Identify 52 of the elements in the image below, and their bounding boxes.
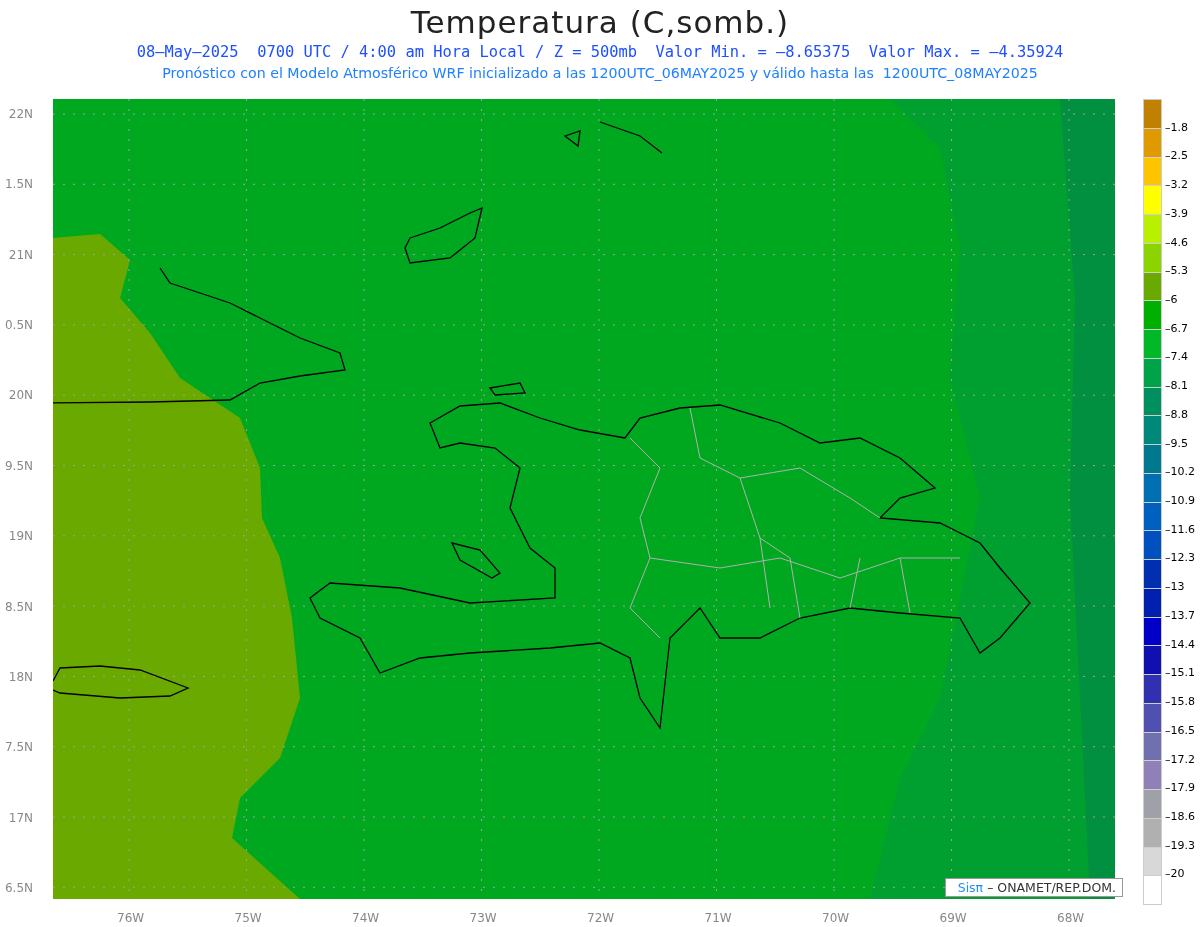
credit-label: Sisπ – ONAMET/REP.DOM. (944, 878, 1123, 897)
latitude-label: 20N (8, 388, 33, 403)
chart-title: Temperatura (C,somb.) (410, 3, 790, 42)
scale-label: –6 (1164, 292, 1179, 308)
longitude-label: 75W (234, 911, 263, 925)
scale-label: –19.3 (1164, 837, 1196, 854)
scale-label: –8.1 (1164, 378, 1189, 395)
scale-label: –15.1 (1164, 665, 1196, 682)
scale-label: –17.2 (1164, 751, 1196, 768)
latitude-label: 18N (8, 669, 33, 684)
latitude-label: 17N (8, 810, 33, 825)
longitude-label: 70W (822, 911, 851, 925)
scale-label: –4.6 (1164, 234, 1189, 251)
scale-label: –3.2 (1164, 177, 1189, 194)
scale-label: –11.6 (1164, 521, 1196, 538)
scale-label: –3.9 (1164, 205, 1189, 222)
latitude-label: 1.5N (4, 177, 33, 192)
scale-label: –10.9 (1164, 493, 1196, 510)
longitude-label: 68W (1057, 911, 1085, 925)
scale-label: –13 (1164, 579, 1186, 596)
scale-label: –17.9 (1164, 780, 1196, 797)
longitude-label: 74W (352, 911, 381, 925)
longitude-label: 69W (939, 911, 968, 925)
latitude-label: 7.5N (4, 740, 33, 755)
latitude-label: 9.5N (4, 458, 33, 473)
scale-label: –18.6 (1164, 808, 1196, 825)
scale-label: –9.5 (1164, 435, 1189, 452)
scale-label: –2.5 (1164, 148, 1189, 165)
scale-label: –13.7 (1164, 607, 1196, 624)
scale-label: –8.8 (1164, 406, 1189, 423)
scale-label: –14.4 (1164, 636, 1196, 653)
subtitle-line: Pronóstico con el Modelo Atmosférico WRF inicializado a las 1200UTC_06MAY2025 y válido hasta las 1200UTC_08MAY2025 (162, 64, 1038, 83)
subtitle-line: 08–May–2025 0700 UTC / 4:00 am Hora Local / Z = 500mb Valor Min. = –8.65375 Valor Max. = –4.35924 (136, 42, 1064, 63)
scale-label: –6.7 (1164, 320, 1189, 337)
longitude-label: 72W (587, 911, 616, 925)
latitude-label: 8.5N (4, 599, 33, 614)
longitude-label: 73W (469, 911, 498, 925)
latitude-label: 19N (8, 529, 33, 544)
scale-label: –1.8 (1164, 119, 1189, 136)
scale-label: –16.5 (1164, 722, 1196, 739)
latitude-label: 6.5N (4, 880, 33, 895)
latitude-label: 21N (8, 247, 33, 262)
scale-label: –7.4 (1164, 349, 1189, 366)
longitude-label: 71W (704, 911, 733, 925)
scale-label: –10.2 (1164, 464, 1196, 481)
latitude-label: 0.5N (4, 318, 33, 333)
scale-label: –20 (1164, 866, 1186, 883)
scale-label: –15.8 (1164, 694, 1196, 711)
longitude-label: 76W (117, 911, 146, 925)
scale-label: –5.3 (1164, 263, 1189, 280)
scale-label: –12.3 (1164, 550, 1196, 567)
latitude-label: 22N (8, 107, 33, 121)
